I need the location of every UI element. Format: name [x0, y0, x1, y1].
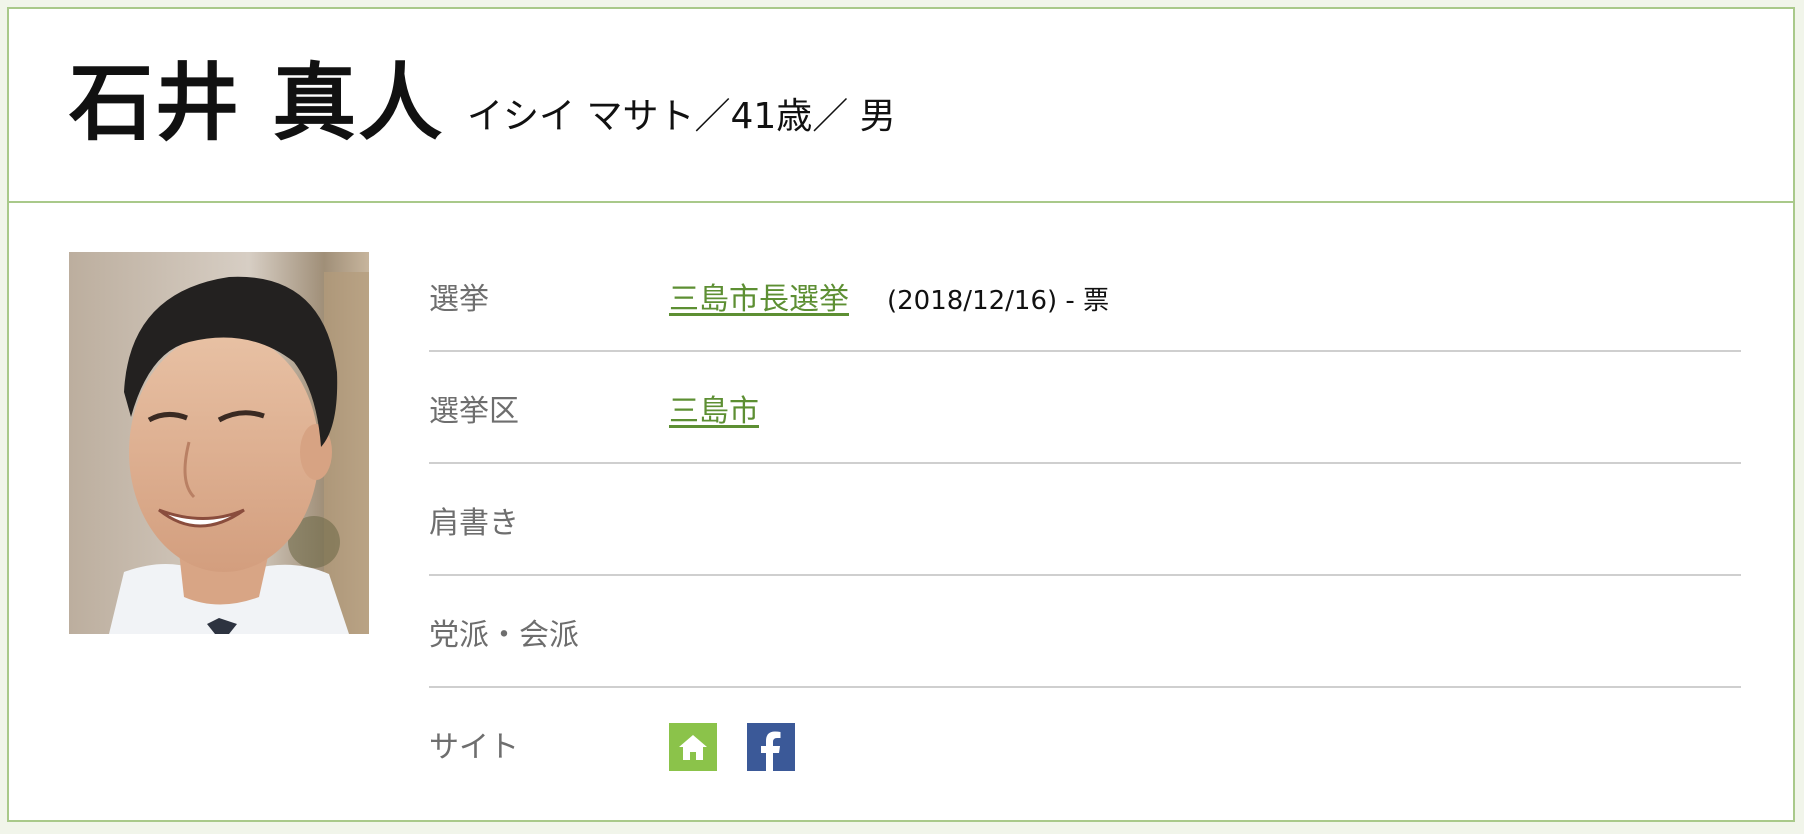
info-row-party: 党派・会派: [429, 576, 1741, 688]
facebook-icon[interactable]: [747, 723, 795, 771]
election-link[interactable]: 三島市長選挙: [669, 282, 849, 317]
election-date-text: (2018/12/16): [887, 286, 1058, 316]
candidate-name: 石井 真人: [69, 54, 445, 152]
district-value: 三島市: [669, 386, 759, 430]
site-icon-links: [669, 723, 795, 771]
home-icon[interactable]: [669, 723, 717, 771]
election-value: 三島市長選挙 (2018/12/16) - 票: [669, 274, 1109, 318]
election-date: (2018/12/16) - 票: [887, 286, 1109, 316]
candidate-card: 石井 真人 イシイ マサト／41歳／ 男 選挙 三島市長選挙 (2018/12/…: [7, 7, 1795, 822]
info-row-site: サイト: [429, 688, 1741, 800]
district-label: 選挙区: [429, 394, 519, 429]
election-label: 選挙: [429, 282, 489, 317]
title-label: 肩書き: [429, 506, 519, 541]
candidate-header: 石井 真人 イシイ マサト／41歳／ 男: [9, 9, 1793, 203]
party-label: 党派・会派: [429, 618, 579, 653]
info-row-election: 選挙 三島市長選挙 (2018/12/16) - 票: [429, 240, 1741, 352]
info-row-district: 選挙区 三島市: [429, 352, 1741, 464]
district-link[interactable]: 三島市: [669, 394, 759, 429]
election-votes: - 票: [1057, 286, 1110, 316]
site-label: サイト: [429, 730, 519, 765]
candidate-portrait-image: [69, 252, 369, 634]
info-row-title: 肩書き: [429, 464, 1741, 576]
candidate-photo: [69, 252, 369, 634]
candidate-subtitle: イシイ マサト／41歳／ 男: [467, 96, 896, 137]
candidate-info-table: 選挙 三島市長選挙 (2018/12/16) - 票 選挙区 三島市 肩書き 党派…: [429, 240, 1741, 800]
